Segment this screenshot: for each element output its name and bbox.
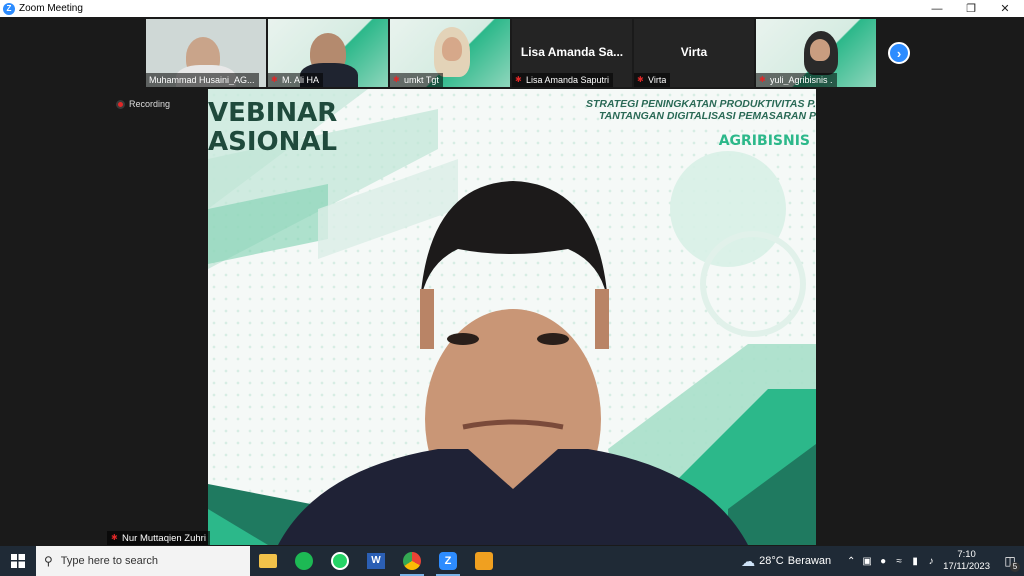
- mic-muted-icon: ✱: [111, 533, 118, 542]
- microphone-icon[interactable]: ●: [875, 556, 891, 567]
- notification-count: 5: [1010, 562, 1020, 572]
- whatsapp-icon[interactable]: [322, 546, 358, 576]
- word-icon[interactable]: W: [358, 546, 394, 576]
- mic-muted-icon: ✱: [515, 75, 522, 84]
- minimize-button[interactable]: —: [920, 0, 954, 17]
- cloud-icon: ☁: [741, 552, 756, 569]
- participant-tile[interactable]: ✱ yuli_Agribisnis .: [756, 19, 876, 87]
- clock-time: 7:10: [957, 549, 976, 560]
- file-explorer-icon[interactable]: [250, 546, 286, 576]
- mic-muted-icon: ✱: [759, 75, 766, 84]
- participant-tile[interactable]: Virta ✱ Virta: [634, 19, 754, 87]
- speaker-name-bar: ✱ Nur Muttaqien Zuhri: [107, 531, 210, 545]
- system-tray: ☁ 28°C Berawan ⌃ ▣ ● ≈ ▮ ♪ 7:10 17/11/20…: [741, 546, 1024, 576]
- participant-display-name: Lisa Amanda Sa...: [520, 45, 624, 59]
- participant-name-bar: ✱ yuli_Agribisnis .: [756, 73, 837, 87]
- participant-name-bar: Muhammad Husaini_AG...: [146, 73, 259, 87]
- chevron-up-icon[interactable]: ⌃: [843, 556, 859, 567]
- zoom-taskbar-icon[interactable]: Z: [430, 546, 466, 576]
- start-button[interactable]: [0, 546, 36, 576]
- camera-icon[interactable]: ▣: [859, 556, 875, 567]
- recording-dot-icon: [116, 99, 125, 109]
- participant-display-name: Virta: [680, 45, 708, 59]
- recording-label: Recording: [129, 99, 171, 109]
- participant-tile[interactable]: ✱ M. Ali HA: [268, 19, 388, 87]
- speaker-name: Nur Muttaqien Zuhri: [122, 532, 206, 544]
- banner-background: [208, 89, 816, 545]
- clock[interactable]: 7:10 17/11/2023: [943, 549, 990, 573]
- search-placeholder: Type here to search: [60, 555, 159, 567]
- volume-icon[interactable]: ♪: [923, 556, 939, 567]
- participant-name-bar: ✱ Lisa Amanda Saputri: [512, 73, 614, 87]
- participant-name: Lisa Amanda Saputri: [526, 75, 610, 85]
- weather-text: Berawan: [787, 555, 832, 567]
- window-titlebar: Z Zoom Meeting — ❐ ✕: [0, 0, 1024, 17]
- participant-name: umkt Tgt: [404, 75, 439, 85]
- notification-button[interactable]: ◫ 5: [996, 546, 1024, 576]
- windows-logo-icon: [11, 554, 25, 568]
- mic-muted-icon: ✱: [393, 75, 400, 84]
- window-title: Zoom Meeting: [19, 3, 83, 14]
- participant-tile[interactable]: ✱ umkt Tgt: [390, 19, 510, 87]
- participant-name: M. Ali HA: [282, 75, 320, 85]
- clock-date: 17/11/2023: [943, 561, 990, 572]
- active-speaker-video[interactable]: VEBINAR ASIONAL STRATEGI PENINGKATAN PRO…: [208, 89, 816, 545]
- zoom-logo-icon: Z: [3, 2, 15, 15]
- participant-name-bar: ✱ M. Ali HA: [268, 73, 324, 87]
- taskbar-search[interactable]: ⚲ Type here to search: [36, 546, 250, 576]
- participant-name-bar: ✱ Virta: [634, 73, 671, 87]
- banner-title: VEBINAR ASIONAL: [208, 98, 338, 157]
- spotify-icon[interactable]: [286, 546, 322, 576]
- windows-taskbar: ⚲ Type here to search W Z ☁ 28°C Berawan…: [0, 546, 1024, 576]
- weather-widget[interactable]: ☁ 28°C Berawan: [741, 553, 831, 570]
- participant-name: yuli_Agribisnis .: [770, 75, 833, 85]
- close-button[interactable]: ✕: [988, 0, 1022, 17]
- chrome-icon[interactable]: [394, 546, 430, 576]
- participant-tile[interactable]: Lisa Amanda Sa... ✱ Lisa Amanda Saputri: [512, 19, 632, 87]
- battery-icon[interactable]: ▮: [907, 556, 923, 567]
- app-icon[interactable]: [466, 546, 502, 576]
- mic-muted-icon: ✱: [637, 75, 644, 84]
- banner-subtitle: STRATEGI PENINGKATAN PRODUKTIVITAS P. TA…: [585, 98, 816, 122]
- recording-indicator[interactable]: Recording: [116, 99, 170, 109]
- participant-strip: Muhammad Husaini_AG... ✱ M. Ali HA ✱ umk…: [146, 19, 876, 87]
- weather-temp: 28°C: [759, 555, 784, 567]
- restore-button[interactable]: ❐: [954, 0, 988, 17]
- brand-logo: AGRIBISNIS: [718, 133, 810, 149]
- wifi-icon[interactable]: ≈: [891, 556, 907, 567]
- next-page-button[interactable]: ›: [888, 42, 910, 64]
- chevron-right-icon: ›: [896, 45, 902, 61]
- participant-name: Muhammad Husaini_AG...: [149, 75, 255, 85]
- mic-muted-icon: ✱: [271, 75, 278, 84]
- participant-tile[interactable]: Muhammad Husaini_AG...: [146, 19, 266, 87]
- participant-name-bar: ✱ umkt Tgt: [390, 73, 443, 87]
- participant-name: Virta: [648, 75, 667, 85]
- search-icon: ⚲: [44, 554, 53, 568]
